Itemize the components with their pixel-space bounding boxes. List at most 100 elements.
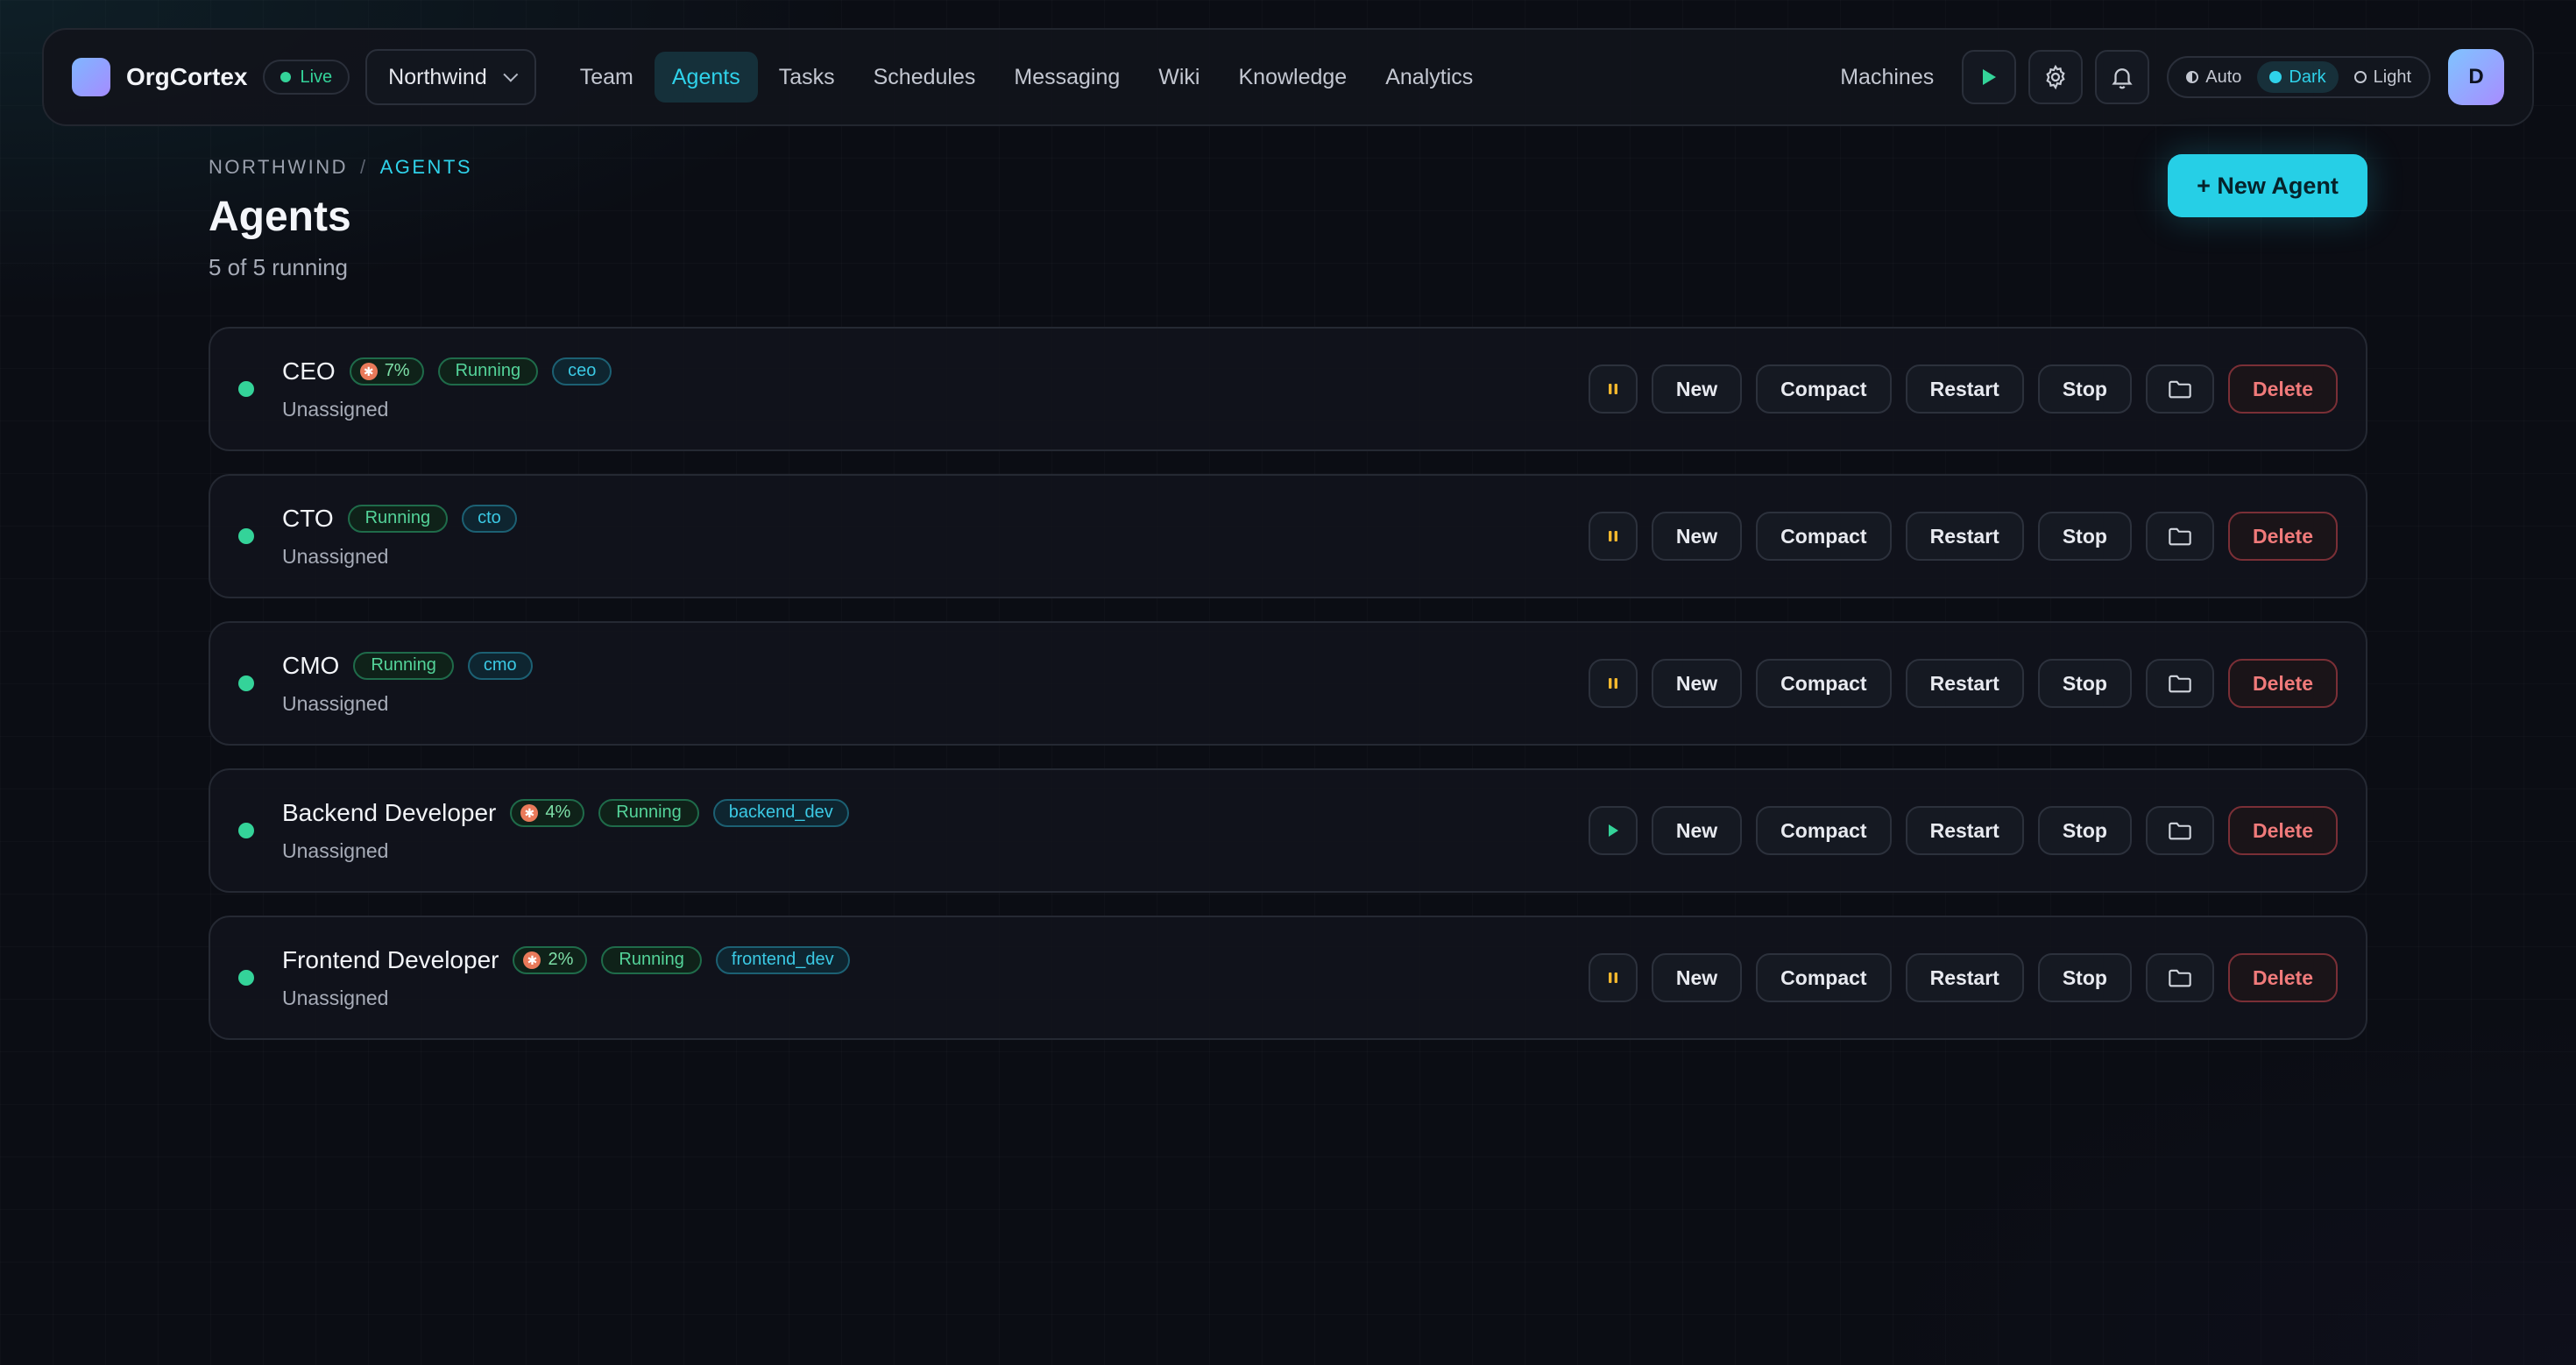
theme-option-label: Light bbox=[2373, 67, 2411, 87]
agent-name[interactable]: CEO bbox=[282, 357, 336, 385]
compact-button[interactable]: Compact bbox=[1756, 953, 1892, 1002]
nav-link-knowledge[interactable]: Knowledge bbox=[1221, 52, 1365, 103]
agent-actions: New Compact Restart Stop Delete bbox=[1588, 806, 2338, 855]
agent-actions: New Compact Restart Stop Delete bbox=[1588, 659, 2338, 708]
folder-icon bbox=[2169, 380, 2191, 399]
nav-link-analytics[interactable]: Analytics bbox=[1368, 52, 1490, 103]
nav-link-wiki[interactable]: Wiki bbox=[1141, 52, 1217, 103]
usage-value: 4% bbox=[545, 803, 571, 822]
compact-button[interactable]: Compact bbox=[1756, 659, 1892, 708]
stop-button[interactable]: Stop bbox=[2037, 512, 2132, 561]
navbar-right: Machines Auto Dark Light D bbox=[1840, 49, 2504, 105]
agent-assignment: Unassigned bbox=[282, 986, 389, 1009]
agent-info: Frontend Developer ✱ 2% Running frontend_dev… bbox=[282, 945, 850, 1010]
agent-title-row: CMO Running cmo bbox=[282, 651, 533, 680]
resume-button[interactable] bbox=[1588, 806, 1638, 855]
agent-card-backend-developer: Backend Developer ✱ 4% Running backend_dev Un… bbox=[209, 768, 2367, 893]
status-dot-icon bbox=[238, 528, 254, 544]
stop-button[interactable]: Stop bbox=[2037, 364, 2132, 414]
new-session-button[interactable]: New bbox=[1651, 953, 1743, 1002]
theme-option-auto[interactable]: Auto bbox=[2174, 61, 2254, 93]
agent-name[interactable]: Backend Developer bbox=[282, 799, 496, 827]
theme-option-label: Dark bbox=[2289, 67, 2326, 87]
stop-button[interactable]: Stop bbox=[2037, 659, 2132, 708]
role-badge: frontend_dev bbox=[715, 945, 850, 974]
delete-button[interactable]: Delete bbox=[2227, 659, 2338, 708]
nav-link-tasks[interactable]: Tasks bbox=[761, 52, 853, 103]
agent-title-row: CEO ✱ 7% Running ceo bbox=[282, 357, 612, 385]
folder-icon bbox=[2169, 822, 2191, 840]
restart-button[interactable]: Restart bbox=[1905, 659, 2024, 708]
agent-name[interactable]: Frontend Developer bbox=[282, 946, 499, 974]
breadcrumb-org[interactable]: NORTHWIND bbox=[209, 156, 348, 179]
status-dot-icon bbox=[238, 381, 254, 397]
pause-button[interactable] bbox=[1588, 953, 1638, 1002]
delete-button[interactable]: Delete bbox=[2227, 806, 2338, 855]
stop-button[interactable]: Stop bbox=[2037, 953, 2132, 1002]
folder-icon bbox=[2169, 969, 2191, 987]
pause-button[interactable] bbox=[1588, 364, 1638, 414]
pause-icon bbox=[1608, 972, 1617, 983]
live-dot-icon bbox=[280, 72, 292, 82]
agent-info: CTO Running cto Unassigned bbox=[282, 504, 517, 569]
agent-name[interactable]: CTO bbox=[282, 505, 334, 533]
theme-option-light[interactable]: Light bbox=[2342, 61, 2424, 93]
theme-option-label: Auto bbox=[2205, 67, 2242, 87]
agent-card-frontend-developer: Frontend Developer ✱ 2% Running frontend_dev… bbox=[209, 916, 2367, 1040]
org-selector[interactable]: Northwind bbox=[365, 49, 536, 105]
open-folder-button[interactable] bbox=[2145, 512, 2214, 561]
compact-button[interactable]: Compact bbox=[1756, 806, 1892, 855]
open-folder-button[interactable] bbox=[2145, 364, 2214, 414]
delete-button[interactable]: Delete bbox=[2227, 953, 2338, 1002]
status-dot-icon bbox=[238, 970, 254, 986]
restart-button[interactable]: Restart bbox=[1905, 953, 2024, 1002]
delete-button[interactable]: Delete bbox=[2227, 512, 2338, 561]
usage-gauge-icon: ✱ bbox=[359, 362, 378, 380]
new-session-button[interactable]: New bbox=[1651, 659, 1743, 708]
restart-button[interactable]: Restart bbox=[1905, 512, 2024, 561]
restart-button[interactable]: Restart bbox=[1905, 364, 2024, 414]
new-agent-button[interactable]: + New Agent bbox=[2168, 154, 2367, 217]
open-folder-button[interactable] bbox=[2145, 659, 2214, 708]
delete-button[interactable]: Delete bbox=[2227, 364, 2338, 414]
settings-button[interactable] bbox=[2028, 50, 2084, 104]
open-folder-button[interactable] bbox=[2145, 953, 2214, 1002]
open-folder-button[interactable] bbox=[2145, 806, 2214, 855]
nav-link-agents[interactable]: Agents bbox=[654, 52, 758, 103]
new-session-button[interactable]: New bbox=[1651, 512, 1743, 561]
agent-list: CEO ✱ 7% Running ceo Unassigned New Compact Rest… bbox=[209, 327, 2367, 1063]
theme-option-dark[interactable]: Dark bbox=[2257, 61, 2339, 93]
status-dot-icon bbox=[238, 675, 254, 691]
compact-button[interactable]: Compact bbox=[1756, 364, 1892, 414]
nav-link-team[interactable]: Team bbox=[563, 52, 651, 103]
role-badge: backend_dev bbox=[712, 798, 849, 827]
nav-link-machines[interactable]: Machines bbox=[1840, 65, 1934, 90]
restart-button[interactable]: Restart bbox=[1905, 806, 2024, 855]
user-avatar[interactable]: D bbox=[2448, 49, 2504, 105]
nav-link-messaging[interactable]: Messaging bbox=[996, 52, 1137, 103]
usage-value: 7% bbox=[384, 361, 410, 380]
nav-link-schedules[interactable]: Schedules bbox=[856, 52, 994, 103]
compact-button[interactable]: Compact bbox=[1756, 512, 1892, 561]
pause-button[interactable] bbox=[1588, 512, 1638, 561]
status-badge: Running bbox=[353, 651, 454, 680]
agent-name[interactable]: CMO bbox=[282, 652, 339, 680]
status-badge: Running bbox=[437, 357, 539, 385]
notifications-button[interactable] bbox=[2095, 50, 2150, 104]
pause-icon bbox=[1608, 384, 1617, 394]
agent-assignment: Unassigned bbox=[282, 544, 389, 568]
main-nav: Team Agents Tasks Schedules Messaging Wiki Kno… bbox=[563, 52, 1491, 103]
stop-button[interactable]: Stop bbox=[2037, 806, 2132, 855]
breadcrumb-current: AGENTS bbox=[379, 156, 473, 178]
agent-actions: New Compact Restart Stop Delete bbox=[1588, 512, 2338, 561]
agent-card-ceo: CEO ✱ 7% Running ceo Unassigned New Compact Rest… bbox=[209, 327, 2367, 451]
page-subtitle: 5 of 5 running bbox=[209, 254, 349, 280]
new-session-button[interactable]: New bbox=[1651, 806, 1743, 855]
usage-badge: ✱ 7% bbox=[349, 357, 424, 385]
agent-info: CMO Running cmo Unassigned bbox=[282, 651, 533, 716]
agent-title-row: CTO Running cto bbox=[282, 504, 517, 533]
pause-button[interactable] bbox=[1588, 659, 1638, 708]
run-button[interactable] bbox=[1962, 50, 2017, 104]
new-session-button[interactable]: New bbox=[1651, 364, 1743, 414]
agent-actions: New Compact Restart Stop Delete bbox=[1588, 364, 2338, 414]
